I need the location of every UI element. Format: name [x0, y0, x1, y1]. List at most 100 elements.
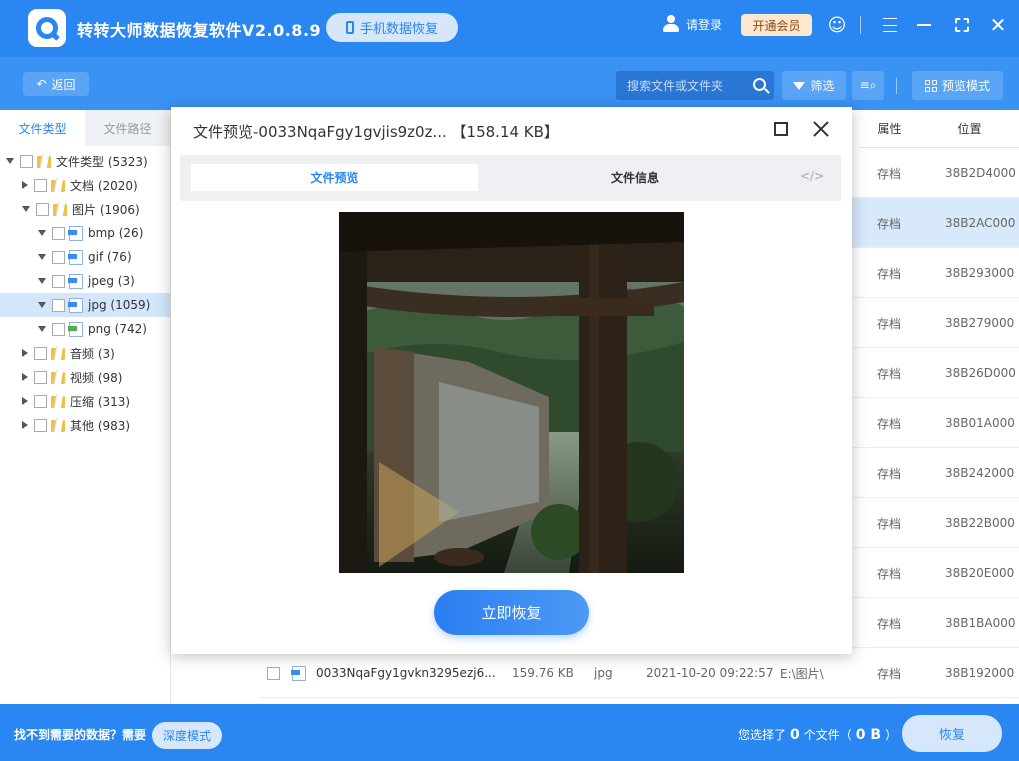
expand-down-icon[interactable]	[38, 230, 46, 236]
tree-item-checkbox[interactable]	[52, 274, 65, 288]
tree-item-checkbox[interactable]	[36, 202, 49, 216]
preview-mode-button[interactable]: 预览模式	[912, 71, 1003, 100]
user-icon	[662, 15, 680, 33]
cell-attr: 存档	[877, 616, 902, 631]
tab-code-view[interactable]: </>	[800, 169, 824, 183]
tree-item-checkbox[interactable]	[52, 298, 65, 312]
tree-item[interactable]: bmp (26)	[0, 221, 170, 245]
filter-button[interactable]: 筛选	[782, 71, 846, 100]
folder-icon	[51, 418, 65, 432]
column-header-location[interactable]: 位置	[920, 110, 1019, 148]
tree-item-checkbox[interactable]	[20, 154, 33, 168]
recover-button[interactable]: 恢复	[902, 715, 1002, 752]
expand-down-icon[interactable]	[22, 206, 30, 212]
selection-summary: 您选择了 0 个文件（ 0 B ）	[738, 726, 897, 743]
expand-right-icon[interactable]	[22, 181, 28, 189]
deep-mode-button[interactable]: 深度模式	[152, 722, 222, 749]
menu-icon[interactable]	[880, 15, 900, 35]
search-input[interactable]	[627, 78, 747, 93]
expand-down-icon[interactable]	[38, 302, 46, 308]
customer-service-icon[interactable]: ☺	[827, 15, 847, 36]
find-list-button[interactable]: ≡⌕	[852, 71, 884, 100]
folder-icon	[51, 370, 65, 384]
back-arrow-icon: ↶	[36, 77, 47, 91]
table-row[interactable]: 0033NqaFgy1gvkn3295ezj6... 159.76 KB jpg 20…	[259, 648, 1019, 698]
tree-item-checkbox[interactable]	[34, 370, 47, 384]
expand-right-icon[interactable]	[22, 373, 28, 381]
expand-down-icon[interactable]	[6, 158, 14, 164]
preview-image	[339, 212, 684, 573]
tree-item[interactable]: 音频 (3)	[0, 341, 170, 365]
row-checkbox-cell	[267, 648, 284, 698]
tree-item-checkbox[interactable]	[52, 322, 65, 336]
grid-icon	[924, 79, 937, 92]
dialog-close-icon[interactable]	[811, 119, 831, 139]
filter-icon	[793, 81, 806, 90]
expand-down-icon[interactable]	[38, 326, 46, 332]
file-preview-dialog: 文件预览-0033NqaFgy1gvjis9z0z... 【158.14 KB】…	[171, 107, 852, 654]
cell-location: 38B01A000	[945, 416, 1015, 430]
cell-location: 38B242000	[945, 466, 1015, 480]
bottom-bar: 找不到需要的数据？需要 深度模式 您选择了 0 个文件（ 0 B ） 恢复	[0, 704, 1019, 761]
tree-item[interactable]: png (742)	[0, 317, 170, 341]
vip-button[interactable]: 开通会员	[741, 14, 812, 36]
tree-item-label: 音频 (3)	[70, 346, 115, 361]
tree-item-checkbox[interactable]	[52, 226, 65, 240]
search-icon[interactable]	[753, 78, 766, 91]
cell-location: 38B20E000	[945, 566, 1015, 580]
minimize-icon[interactable]	[914, 15, 934, 35]
tree-item-checkbox[interactable]	[52, 250, 65, 264]
tree-item[interactable]: 视频 (98)	[0, 365, 170, 389]
tab-file-info[interactable]: 文件信息	[480, 164, 790, 191]
sidebar: 文件类型 文件路径 文件类型 (5323) 文档 (2020) 图片 (1906) b…	[0, 110, 171, 704]
tree-item-label: gif (76)	[88, 250, 132, 264]
tree-item-checkbox[interactable]	[34, 394, 47, 408]
selected-size: 0 B	[855, 727, 882, 743]
selected-prefix: 您选择了	[738, 728, 787, 742]
tree-item-label: 其他 (983)	[70, 418, 131, 433]
expand-down-icon[interactable]	[38, 254, 46, 260]
expand-down-icon[interactable]	[38, 278, 46, 284]
login-button[interactable]: 请登录	[662, 15, 722, 33]
tree-item-checkbox[interactable]	[34, 346, 47, 360]
folder-icon	[51, 346, 65, 360]
tree-item-label: png (742)	[88, 322, 147, 336]
dialog-title: 文件预览-0033NqaFgy1gvjis9z0z... 【158.14 KB】	[193, 123, 559, 141]
expand-right-icon[interactable]	[22, 349, 28, 357]
tab-file-type[interactable]: 文件类型	[0, 110, 85, 146]
row-checkbox[interactable]	[267, 666, 280, 680]
tree-item[interactable]: 其他 (983)	[0, 413, 170, 437]
tree-item[interactable]: 文件类型 (5323)	[0, 149, 170, 173]
cell-location: 38B1BA000	[945, 616, 1016, 630]
tree-item[interactable]: jpeg (3)	[0, 269, 170, 293]
cell-location: 38B293000	[945, 266, 1015, 280]
expand-right-icon[interactable]	[22, 421, 28, 429]
back-button[interactable]: ↶ 返回	[23, 72, 89, 96]
close-icon[interactable]: ✕	[988, 13, 1008, 37]
mobile-recovery-button[interactable]: 手机数据恢复	[326, 13, 458, 42]
maximize-icon[interactable]	[952, 15, 972, 35]
tab-file-path[interactable]: 文件路径	[85, 110, 170, 146]
tree-item[interactable]: jpg (1059)	[0, 293, 170, 317]
search-box	[616, 71, 774, 100]
tree-item[interactable]: 文档 (2020)	[0, 173, 170, 197]
app-title: 转转大师数据恢复软件V2.0.8.9	[77, 21, 322, 40]
tree-item-checkbox[interactable]	[34, 418, 47, 432]
tree-item-label: 视频 (98)	[70, 370, 123, 385]
cell-date: 2021-10-20 09:22:57	[646, 666, 774, 680]
tree-item-checkbox[interactable]	[34, 178, 47, 192]
app-logo-icon	[28, 9, 66, 47]
column-header-attr[interactable]: 属性	[859, 110, 920, 148]
login-label: 请登录	[686, 17, 723, 32]
dialog-maximize-icon[interactable]	[774, 122, 788, 136]
expand-right-icon[interactable]	[22, 397, 28, 405]
file-type-tree: 文件类型 (5323) 文档 (2020) 图片 (1906) bmp (26) gif…	[0, 146, 170, 437]
image-file-icon	[68, 297, 83, 313]
tab-file-preview[interactable]: 文件预览	[191, 164, 478, 191]
tree-item[interactable]: 压缩 (313)	[0, 389, 170, 413]
recover-now-button[interactable]: 立即恢复	[434, 590, 589, 635]
cell-attr: 存档	[877, 166, 902, 181]
tree-item-label: bmp (26)	[88, 226, 144, 240]
tree-item[interactable]: gif (76)	[0, 245, 170, 269]
tree-item[interactable]: 图片 (1906)	[0, 197, 170, 221]
